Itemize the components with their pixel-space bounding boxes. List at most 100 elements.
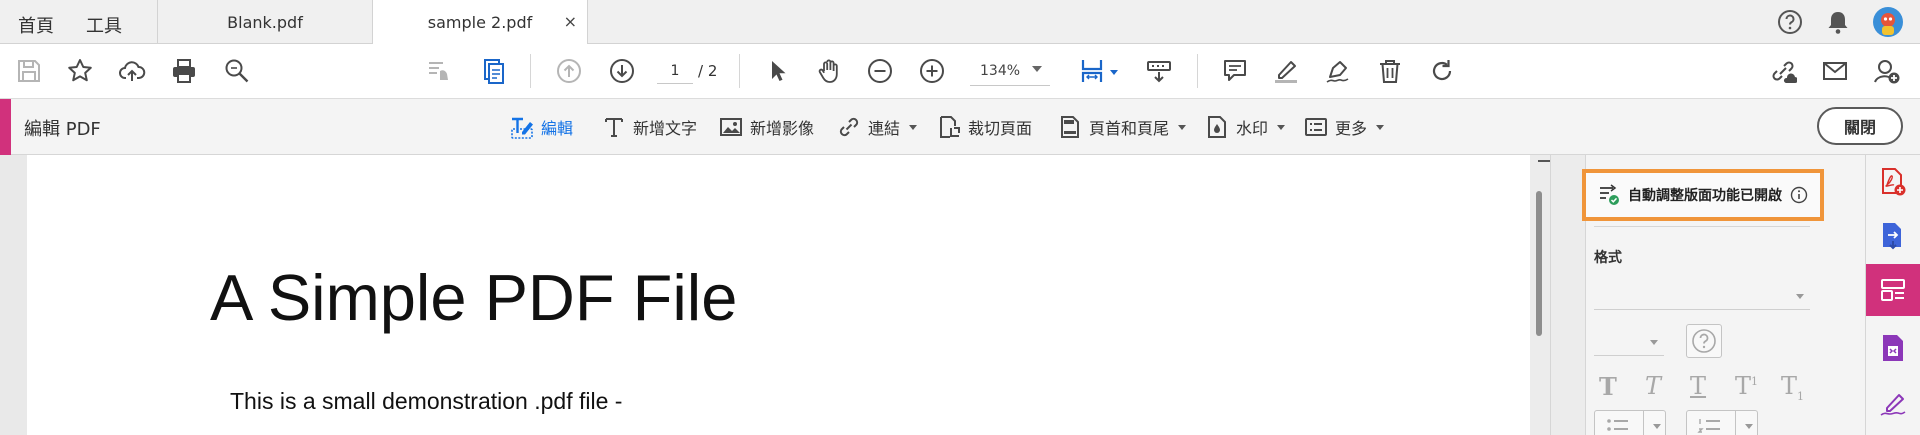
italic-button[interactable]: T [1645, 372, 1661, 400]
superscript-letter: T [1735, 372, 1752, 400]
question-icon [1692, 329, 1716, 353]
tab-label: Blank.pdf [227, 12, 303, 32]
hand-icon[interactable] [815, 56, 845, 86]
tool-header-footer[interactable]: 頁首和頁尾 [1058, 113, 1187, 141]
fit-page-icon[interactable] [1077, 56, 1107, 86]
collapse-panel-handle[interactable] [1538, 160, 1550, 162]
document-paragraph[interactable]: This is a small demonstration .pdf file … [230, 388, 622, 415]
toolbar-divider [1197, 54, 1198, 88]
superscript-button[interactable]: T1 [1735, 372, 1758, 400]
tool-add-text[interactable]: 新增文字 [602, 113, 697, 141]
save-icon[interactable] [14, 56, 44, 86]
panel-gutter [1550, 155, 1585, 435]
tools-tab[interactable]: 工具 [86, 12, 122, 38]
bell-icon[interactable] [1824, 8, 1852, 36]
close-edit-button[interactable]: 關閉 [1817, 107, 1903, 145]
tool-label: 水印 [1236, 119, 1269, 138]
document-viewport[interactable]: A Simple PDF File This is a small demons… [0, 155, 1550, 435]
page-icon[interactable] [478, 56, 508, 86]
subscript-mark: 1 [1797, 389, 1805, 403]
highlight-icon[interactable] [1271, 56, 1301, 86]
tab-sample-2-pdf[interactable]: sample 2.pdf × [372, 0, 588, 45]
link-icon [839, 117, 859, 137]
comment-icon[interactable] [1220, 56, 1250, 86]
chevron-down-icon [1745, 424, 1753, 429]
scroll-mode-icon[interactable] [1144, 56, 1174, 86]
subscript-letter: T [1781, 372, 1798, 400]
bullet-list-button[interactable] [1594, 410, 1666, 435]
sign-icon[interactable] [1323, 56, 1353, 86]
info-icon[interactable] [1790, 186, 1808, 204]
zoom-search-icon[interactable] [222, 56, 252, 86]
help-icon[interactable] [1776, 8, 1804, 36]
list-button-divider [1735, 411, 1736, 435]
avatar[interactable] [1872, 6, 1904, 38]
subscript-button[interactable]: T1 [1781, 372, 1804, 403]
reflow-status-banner[interactable]: 自動調整版面功能已開啟 [1582, 169, 1824, 221]
document-heading[interactable]: A Simple PDF File [210, 260, 737, 335]
tab-bar: 首頁 工具 Blank.pdf sample 2.pdf × [0, 0, 1920, 45]
zoom-in-icon[interactable] [917, 56, 947, 86]
chevron-down-icon[interactable] [1032, 66, 1042, 72]
scrollbar-thumb[interactable] [1536, 191, 1542, 336]
panel-divider [1594, 226, 1810, 227]
cloud-upload-icon[interactable] [117, 56, 147, 86]
chevron-down-icon[interactable] [1110, 70, 1118, 75]
zoom-select[interactable]: 134% [970, 58, 1050, 86]
tool-edit[interactable]: 編輯 [510, 113, 573, 141]
bullet-list-icon [1607, 419, 1628, 431]
rotate-icon[interactable] [1427, 56, 1457, 86]
print-icon[interactable] [169, 56, 199, 86]
bold-button[interactable]: T [1599, 372, 1617, 401]
tool-link[interactable]: 連結 [837, 113, 918, 141]
tool-watermark[interactable]: 水印 [1205, 113, 1286, 141]
font-size-select[interactable] [1594, 328, 1664, 356]
chevron-down-icon [1653, 424, 1661, 429]
add-user-icon[interactable] [1872, 56, 1902, 86]
home-tab[interactable]: 首頁 [18, 12, 54, 38]
select-arrow-icon[interactable] [762, 56, 792, 86]
delete-icon[interactable] [1375, 56, 1405, 86]
read-mode-icon[interactable] [424, 56, 454, 86]
font-family-select[interactable] [1594, 282, 1810, 310]
page-up-icon[interactable] [554, 56, 584, 86]
tool-add-image[interactable]: 新增影像 [719, 113, 814, 141]
rail-fill-sign[interactable] [1866, 378, 1920, 430]
tab-label: sample 2.pdf [427, 13, 533, 32]
compress-pdf-icon [1883, 335, 1903, 361]
rail-export-pdf[interactable] [1866, 210, 1920, 262]
rail-compress-pdf[interactable] [1866, 322, 1920, 374]
tab-blank-pdf[interactable]: Blank.pdf [157, 0, 373, 44]
rail-edit-pdf[interactable] [1866, 264, 1920, 316]
tool-more[interactable]: 更多 [1304, 113, 1385, 141]
export-pdf-icon [1883, 223, 1901, 250]
chevron-down-icon [909, 124, 918, 130]
edit-pdf-title: 編輯 PDF [24, 119, 101, 140]
create-pdf-icon [1882, 168, 1906, 196]
numbered-list-button[interactable] [1686, 410, 1758, 435]
help-button[interactable] [1686, 324, 1722, 358]
reflow-icon [1600, 184, 1619, 205]
tool-crop-page[interactable]: 裁切頁面 [937, 113, 1032, 141]
zoom-out-icon[interactable] [865, 56, 895, 86]
tool-label: 頁首和頁尾 [1089, 119, 1170, 138]
main-toolbar: / 2 134% [0, 44, 1920, 99]
share-link-icon[interactable] [1768, 56, 1798, 86]
underline-button[interactable]: T [1690, 372, 1706, 400]
fill-sign-icon [1880, 394, 1906, 416]
tool-label: 更多 [1335, 119, 1368, 138]
star-icon[interactable] [65, 56, 95, 86]
toolbar-divider [739, 54, 740, 88]
pdf-page[interactable]: A Simple PDF File This is a small demons… [27, 155, 1530, 435]
page-number-input[interactable] [657, 58, 693, 84]
header-footer-icon [1061, 116, 1079, 138]
email-icon[interactable] [1820, 56, 1850, 86]
list-button-divider [1643, 411, 1644, 435]
page-down-icon[interactable] [607, 56, 637, 86]
numbered-list-icon [1697, 419, 1720, 433]
close-tab-icon[interactable]: × [564, 12, 577, 31]
tool-label: 新增文字 [633, 119, 698, 138]
edit-accent-bar [0, 99, 11, 155]
edit-pdf-toolbar: 編輯 PDF 編輯 新增文字 新增影像 連結 裁切頁面 頁首和頁尾 水印 更多 … [0, 99, 1920, 155]
rail-create-pdf[interactable] [1866, 156, 1920, 208]
